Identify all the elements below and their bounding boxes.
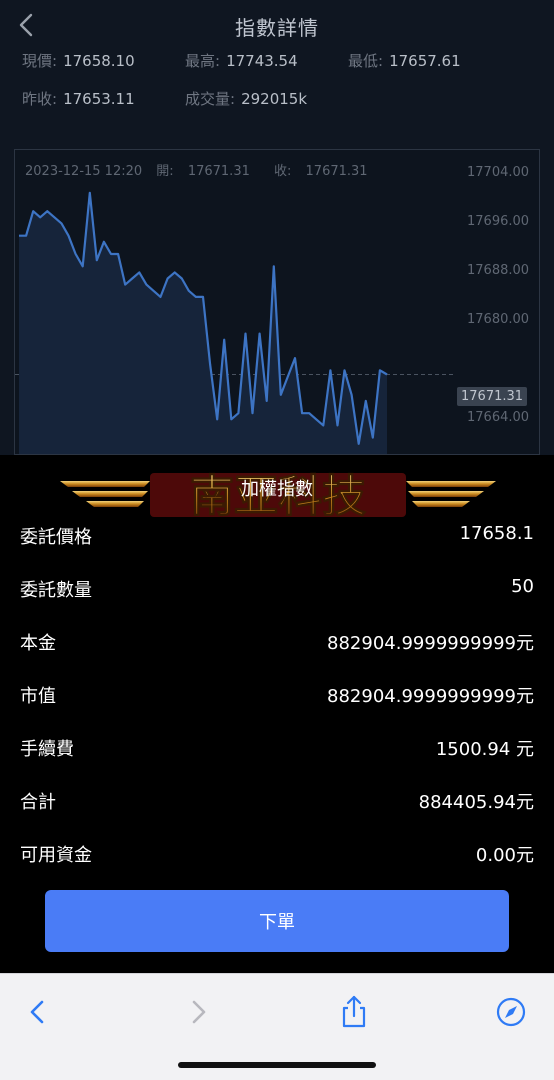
order-sheet: 南亚科技 加權指數 委託價格 17658.1 委託數量 50 本金 882904.9999… [0,455,554,973]
y-tick-label: 17688.00 [467,263,530,279]
last-price-tag: 17671.31 [457,387,528,406]
page-title: 指數詳情 [235,16,319,40]
detail-value: 1500.94 元 [435,739,534,760]
detail-value: 882904.9999999999元 [327,686,534,707]
detail-label: 合計 [20,792,56,813]
share-icon[interactable] [334,992,374,1032]
detail-label: 手續費 [20,739,74,760]
detail-label: 委託價格 [20,527,92,548]
nav-bar: 指數詳情 [0,0,554,50]
chart-datetime: 2023-12-15 12:20 [25,164,143,179]
index-detail-page: 指數詳情 現價: 17658.10 最高: 17743.54 最低: 17657.61… [0,0,554,455]
detail-row: 合計 884405.94元 [20,784,534,814]
detail-row: 手續費 1500.94 元 [20,731,534,761]
detail-label: 委託數量 [20,580,92,601]
price-area [19,192,387,454]
quote-low: 最低: 17657.61 [348,52,461,70]
quote-prev-close: 昨收: 17653.11 [22,90,135,108]
chart-info-bar: 2023-12-15 12:20 開: 17671.31 收: 17671.31 [25,160,388,179]
y-tick-label: 17680.00 [467,312,530,328]
y-tick-label: 17664.00 [467,410,530,426]
detail-value: 884405.94元 [418,792,534,813]
detail-label: 市值 [20,686,56,707]
detail-value: 0.00元 [475,845,534,866]
chart-close: 收: 17671.31 [274,164,368,179]
price-chart[interactable]: 2023-12-15 12:20 開: 17671.31 收: 17671.31… [14,149,540,455]
detail-row: 可用資金 0.00元 [20,837,534,867]
sheet-title: 加權指數 [241,479,313,500]
detail-row: 市值 882904.9999999999元 [20,678,534,708]
forward-icon[interactable] [178,992,218,1032]
detail-value: 17658.1 [459,523,534,544]
home-indicator [178,1062,376,1068]
quote-volume: 成交量: 292015k [185,90,308,108]
quote-panel: 現價: 17658.10 最高: 17743.54 最低: 17657.61 昨收: 1… [0,44,554,134]
y-tick-label: 17696.00 [467,214,530,230]
chart-open: 開: 17671.31 [156,164,250,179]
detail-label: 本金 [20,633,56,654]
detail-value: 50 [511,576,534,597]
detail-row: 委託價格 17658.1 [20,519,534,549]
place-order-button[interactable]: 下單 [45,890,509,952]
detail-label: 可用資金 [20,845,92,866]
y-tick-label: 17704.00 [467,165,530,181]
chart-canvas [15,191,455,454]
compass-icon[interactable] [491,992,531,1032]
detail-row: 委託數量 50 [20,572,534,602]
detail-row: 本金 882904.9999999999元 [20,625,534,655]
back-icon[interactable] [18,992,58,1032]
detail-value: 882904.9999999999元 [327,633,534,654]
quote-high: 最高: 17743.54 [185,52,298,70]
quote-current: 現價: 17658.10 [22,52,135,70]
